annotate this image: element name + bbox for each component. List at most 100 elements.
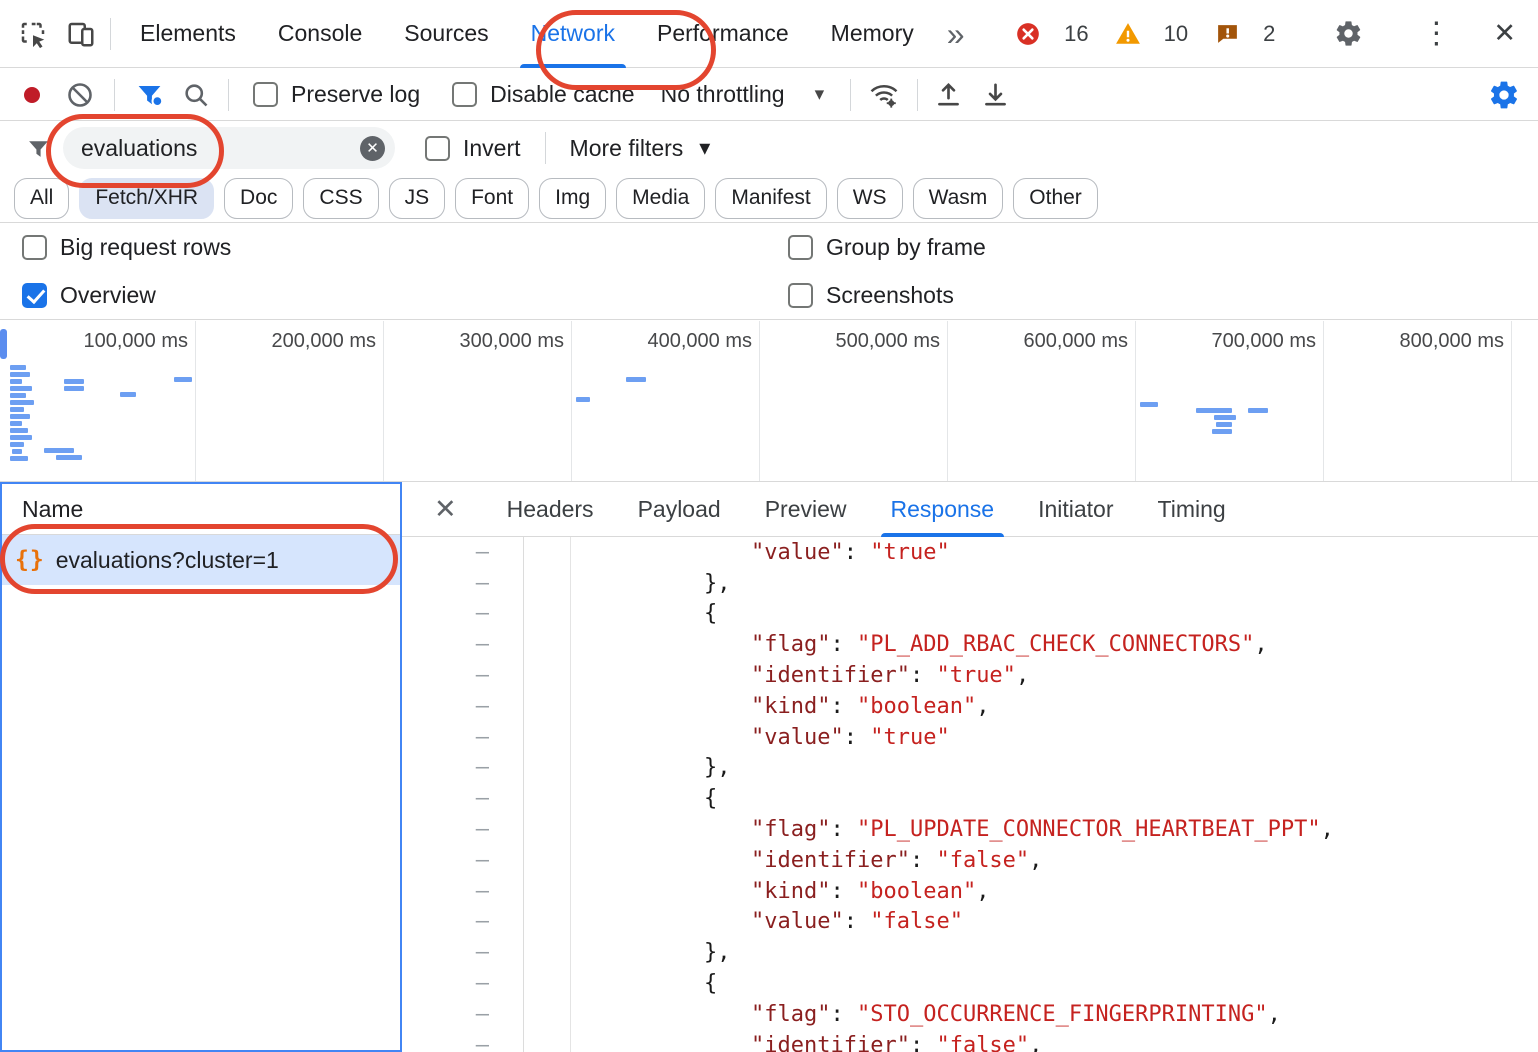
divider <box>850 79 851 111</box>
timeline-gridline <box>759 321 760 481</box>
screenshots-checkbox[interactable] <box>788 283 813 308</box>
requests-name-column-header[interactable]: Name <box>2 484 400 535</box>
devtools-tab-memory[interactable]: Memory <box>810 0 935 68</box>
filter-chip-fetch-xhr[interactable]: Fetch/XHR <box>79 178 214 219</box>
code-line: –"identifier": "false", <box>402 845 1538 876</box>
big-request-rows-checkbox[interactable] <box>22 235 47 260</box>
resource-type-filter-chips: AllFetch/XHRDocCSS JSFontImgMediaManifest… <box>0 174 1538 223</box>
detail-tab-timing[interactable]: Timing <box>1136 482 1248 537</box>
devtools-tab-console[interactable]: Console <box>257 0 383 68</box>
timeline-left-handle[interactable] <box>0 329 7 359</box>
code-token: "false" <box>936 1033 1029 1052</box>
code-text: "flag": "PL_ADD_RBAC_CHECK_CONNECTORS", <box>523 632 1268 657</box>
devtools-tab-network[interactable]: Network <box>510 0 636 68</box>
filter-funnel-icon[interactable] <box>135 80 164 109</box>
code-line: –"value": "true" <box>402 537 1538 568</box>
code-token: "true" <box>870 540 949 565</box>
code-text: }, <box>523 755 731 780</box>
filter-chip-js[interactable]: JS <box>389 178 446 219</box>
clear-network-log-icon[interactable] <box>66 81 94 109</box>
filter-chip-all[interactable]: All <box>14 178 69 219</box>
code-text: "flag": "STO_OCCURRENCE_FINGERPRINTING", <box>523 1002 1281 1027</box>
import-har-icon[interactable] <box>934 80 963 109</box>
devtools-tab-performance[interactable]: Performance <box>636 0 810 68</box>
code-token: "value" <box>751 540 844 565</box>
code-token: : <box>830 632 857 657</box>
more-options-icon[interactable]: ⋮ <box>1413 16 1459 51</box>
code-line: –"identifier": "false", <box>402 1030 1538 1052</box>
issues-counter[interactable]: 2 <box>1208 15 1275 53</box>
code-token: }, <box>704 571 731 596</box>
code-text: "kind": "boolean", <box>523 879 989 904</box>
close-details-icon[interactable]: ✕ <box>428 494 463 525</box>
device-toolbar-icon[interactable] <box>62 15 100 53</box>
line-marker: – <box>402 1002 523 1027</box>
settings-gear-icon[interactable] <box>1329 15 1367 53</box>
code-line: –"kind": "boolean", <box>402 876 1538 907</box>
code-text: "value": "false" <box>523 909 963 934</box>
filter-chip-ws[interactable]: WS <box>837 178 903 219</box>
filter-chip-css[interactable]: CSS <box>303 178 378 219</box>
more-filters-dropdown[interactable]: More filters ▾ <box>570 135 711 162</box>
export-har-icon[interactable] <box>981 80 1010 109</box>
preserve-log-checkbox[interactable] <box>253 82 278 107</box>
network-activity-bar <box>10 407 24 412</box>
devtools-tab-elements[interactable]: Elements <box>119 0 257 68</box>
code-text: "value": "true" <box>523 540 950 565</box>
filter-chip-manifest[interactable]: Manifest <box>715 178 826 219</box>
line-marker: – <box>402 909 523 934</box>
filter-chip-img[interactable]: Img <box>539 178 606 219</box>
code-line: –}, <box>402 753 1538 784</box>
error-counter[interactable]: 16 <box>1009 15 1088 53</box>
network-overview-timeline[interactable]: 100,000 ms200,000 ms300,000 ms400,000 ms… <box>0 321 1538 482</box>
code-token: "PL_UPDATE_CONNECTOR_HEARTBEAT_PPT" <box>857 817 1321 842</box>
line-marker: – <box>402 694 523 719</box>
overview-checkbox[interactable] <box>22 283 47 308</box>
timeline-tick-label: 700,000 ms <box>1211 330 1316 353</box>
code-token: , <box>1268 1002 1281 1027</box>
devtools-tab-sources[interactable]: Sources <box>383 0 509 68</box>
inspect-element-icon[interactable] <box>14 15 52 53</box>
network-activity-bar <box>1248 408 1268 413</box>
detail-tab-preview[interactable]: Preview <box>743 482 869 537</box>
detail-tab-headers[interactable]: Headers <box>485 482 616 537</box>
invert-checkbox[interactable] <box>425 136 450 161</box>
warning-counter[interactable]: 10 <box>1109 15 1188 53</box>
line-marker: – <box>402 755 523 780</box>
response-viewer[interactable]: –"value": "true"–},–{–"flag": "PL_ADD_RB… <box>402 537 1538 1052</box>
divider <box>110 18 111 50</box>
code-line: –{ <box>402 968 1538 999</box>
more-tabs-icon[interactable]: » <box>935 18 977 50</box>
filter-chip-wasm[interactable]: Wasm <box>913 178 1004 219</box>
network-filter-input[interactable]: evaluations ✕ <box>63 127 395 169</box>
code-token: "identifier" <box>751 663 910 688</box>
timeline-tick-label: 300,000 ms <box>459 330 564 353</box>
search-icon[interactable] <box>182 81 210 109</box>
detail-tab-response[interactable]: Response <box>869 482 1017 537</box>
line-marker: – <box>402 817 523 842</box>
disable-cache-checkbox[interactable] <box>452 82 477 107</box>
record-network-log-button[interactable] <box>24 87 40 103</box>
group-by-frame-checkbox[interactable] <box>788 235 813 260</box>
detail-tab-payload[interactable]: Payload <box>616 482 743 537</box>
code-token: "false" <box>870 909 963 934</box>
clear-filter-icon[interactable]: ✕ <box>360 136 385 161</box>
filter-chip-doc[interactable]: Doc <box>224 178 293 219</box>
network-settings-gear-icon[interactable] <box>1488 79 1520 111</box>
filter-chip-other[interactable]: Other <box>1013 178 1098 219</box>
filter-chip-media[interactable]: Media <box>616 178 705 219</box>
code-line: –"kind": "boolean", <box>402 691 1538 722</box>
code-token: , <box>976 879 989 904</box>
code-token: "false" <box>936 848 1029 873</box>
code-token: : <box>910 1033 937 1052</box>
network-activity-bar <box>44 448 74 453</box>
code-token: "kind" <box>751 879 830 904</box>
filter-chip-font[interactable]: Font <box>455 178 529 219</box>
request-row[interactable]: {}evaluations?cluster=1 <box>2 535 400 585</box>
timeline-gridline <box>947 321 948 481</box>
network-conditions-icon[interactable] <box>869 80 899 110</box>
throttling-dropdown[interactable]: No throttling ▾ <box>661 81 825 108</box>
detail-tab-initiator[interactable]: Initiator <box>1016 482 1135 537</box>
close-devtools-icon[interactable]: ✕ <box>1487 18 1522 49</box>
code-token: { <box>704 971 717 996</box>
